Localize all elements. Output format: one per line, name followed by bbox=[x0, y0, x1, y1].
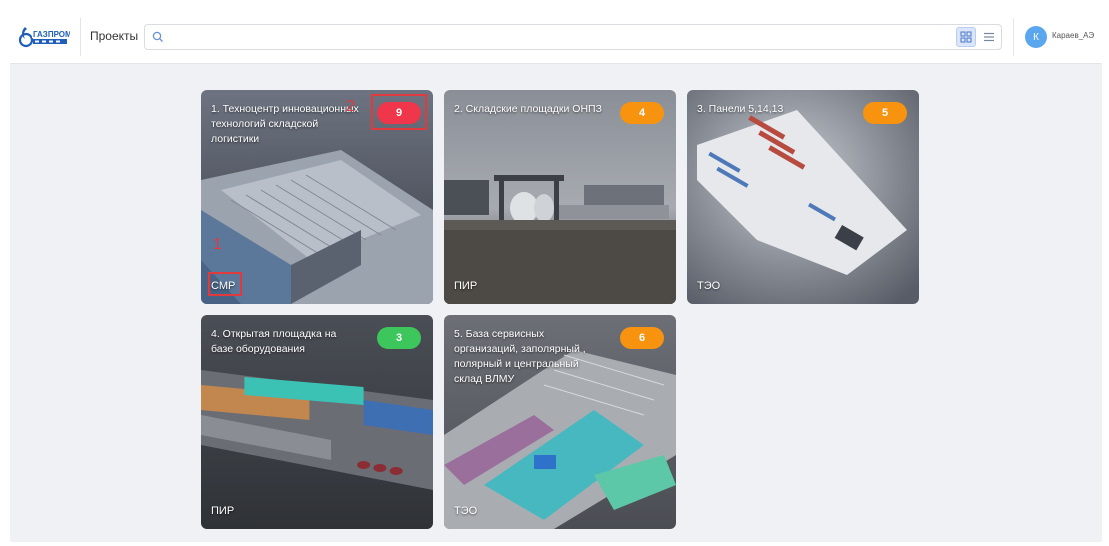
project-card[interactable]: 5. База сервисных организаций, заполярны… bbox=[444, 315, 676, 529]
project-title: 4. Открытая площадка на базе оборудовани… bbox=[211, 328, 337, 355]
header-divider bbox=[1013, 18, 1014, 56]
header-divider bbox=[80, 18, 81, 56]
task-count-badge[interactable]: 5 bbox=[863, 102, 907, 124]
search-input[interactable] bbox=[169, 28, 989, 46]
project-title: 5. База сервисных организаций, заполярны… bbox=[454, 328, 586, 385]
project-card[interactable]: 3. Панели 5,14,13 5 ТЭО bbox=[687, 90, 919, 304]
annotation-box-stage bbox=[208, 272, 242, 296]
project-card[interactable]: 2. Складские площадки ОНПЗ 4 ПИР bbox=[444, 90, 676, 304]
project-stage: ТЭО bbox=[454, 505, 478, 517]
user-avatar[interactable]: К bbox=[1025, 26, 1047, 48]
gazprom-logo[interactable]: ГАЗПРОМ bbox=[18, 24, 70, 48]
project-stage: ПИР bbox=[454, 280, 478, 292]
search-field[interactable] bbox=[144, 24, 1002, 50]
task-count-badge[interactable]: 3 bbox=[377, 327, 421, 349]
project-stage: ТЭО bbox=[697, 280, 721, 292]
project-card[interactable]: 4. Открытая площадка на базе оборудовани… bbox=[201, 315, 433, 529]
logo-text: ГАЗПРОМ bbox=[33, 30, 70, 39]
list-view-icon bbox=[984, 32, 994, 42]
task-count-badge[interactable]: 4 bbox=[620, 102, 664, 124]
project-title: 3. Панели 5,14,13 bbox=[697, 103, 784, 115]
task-count-badge[interactable]: 6 bbox=[620, 327, 664, 349]
user-name[interactable]: Караев_АЭ bbox=[1052, 31, 1094, 40]
app-window: ГАЗПРОМ Проекты К Караев_АЭ 1. Техноцент… bbox=[10, 10, 1102, 542]
project-title: 2. Складские площадки ОНПЗ bbox=[454, 103, 602, 115]
grid-view-icon bbox=[960, 31, 972, 43]
grid-view-button[interactable] bbox=[956, 27, 976, 47]
top-bar: ГАЗПРОМ Проекты К Караев_АЭ bbox=[10, 10, 1102, 64]
search-icon bbox=[152, 31, 163, 42]
project-title: 1. Техноцентр инновационных технологий с… bbox=[211, 103, 359, 145]
annotation-number: 2 bbox=[346, 98, 355, 115]
annotation-box-badge bbox=[371, 94, 427, 130]
page-title: Проекты bbox=[90, 29, 139, 43]
project-stage: ПИР bbox=[211, 505, 235, 517]
annotation-number: 1 bbox=[213, 236, 222, 253]
list-view-button[interactable] bbox=[979, 27, 999, 47]
